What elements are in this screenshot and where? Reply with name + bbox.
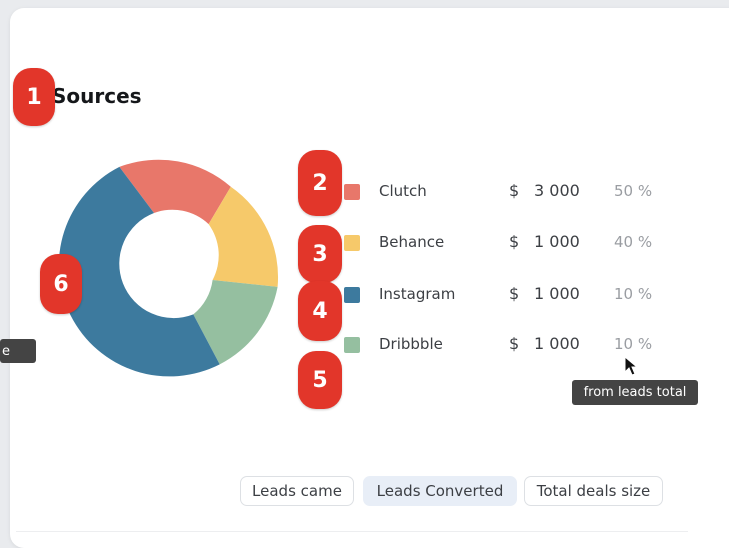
legend-amount: 1 000 xyxy=(534,334,580,353)
legend-amount: 1 000 xyxy=(534,232,580,251)
legend-currency: $ xyxy=(509,284,520,303)
percent-hint-tooltip: from leads total xyxy=(572,380,698,405)
tab-total-deals-size[interactable]: Total deals size xyxy=(524,476,663,506)
card-title: Sources xyxy=(52,84,142,108)
legend-name: Behance xyxy=(379,233,445,251)
legend-row-behance[interactable]: Behance $ 1 000 40 % xyxy=(344,231,684,255)
legend-amount: 1 000 xyxy=(534,284,580,303)
legend-percent: 40 % xyxy=(614,233,653,251)
donut-chart[interactable] xyxy=(50,156,284,390)
legend-name: Clutch xyxy=(379,182,427,200)
legend-name: Instagram xyxy=(379,285,456,303)
marker-6: 6 xyxy=(40,254,82,314)
legend-amount: 3 000 xyxy=(534,181,580,200)
dribbble-swatch xyxy=(344,337,360,353)
tab-leads-converted[interactable]: Leads Converted xyxy=(363,476,517,506)
marker-1: 1 xyxy=(13,68,55,126)
legend-percent: 50 % xyxy=(614,182,653,200)
legend-percent: 10 % xyxy=(614,285,653,303)
marker-5: 5 xyxy=(298,351,342,409)
marker-3: 3 xyxy=(298,225,342,283)
legend-percent[interactable]: 10 % xyxy=(614,335,652,353)
marker-4: 4 xyxy=(298,281,342,341)
legend-row-dribbble[interactable]: Dribbble $ 1 000 10 % xyxy=(344,333,684,357)
legend-currency: $ xyxy=(509,334,520,353)
legend-currency: $ xyxy=(509,181,520,200)
legend-name: Dribbble xyxy=(379,335,443,353)
marker-2: 2 xyxy=(298,150,342,216)
tab-leads-came[interactable]: Leads came xyxy=(240,476,354,506)
mouse-cursor-icon xyxy=(624,356,638,376)
behance-swatch xyxy=(344,235,360,251)
metric-tabs: Leads came Leads Converted Total deals s… xyxy=(0,476,729,506)
legend-row-instagram[interactable]: Instagram $ 1 000 10 % xyxy=(344,283,684,307)
instagram-swatch xyxy=(344,287,360,303)
card-divider xyxy=(16,531,688,532)
clutch-swatch xyxy=(344,184,360,200)
legend-row-clutch[interactable]: Clutch $ 3 000 50 % xyxy=(344,180,684,204)
legend-currency: $ xyxy=(509,232,520,251)
left-tooltip-partial: e xyxy=(0,339,36,363)
